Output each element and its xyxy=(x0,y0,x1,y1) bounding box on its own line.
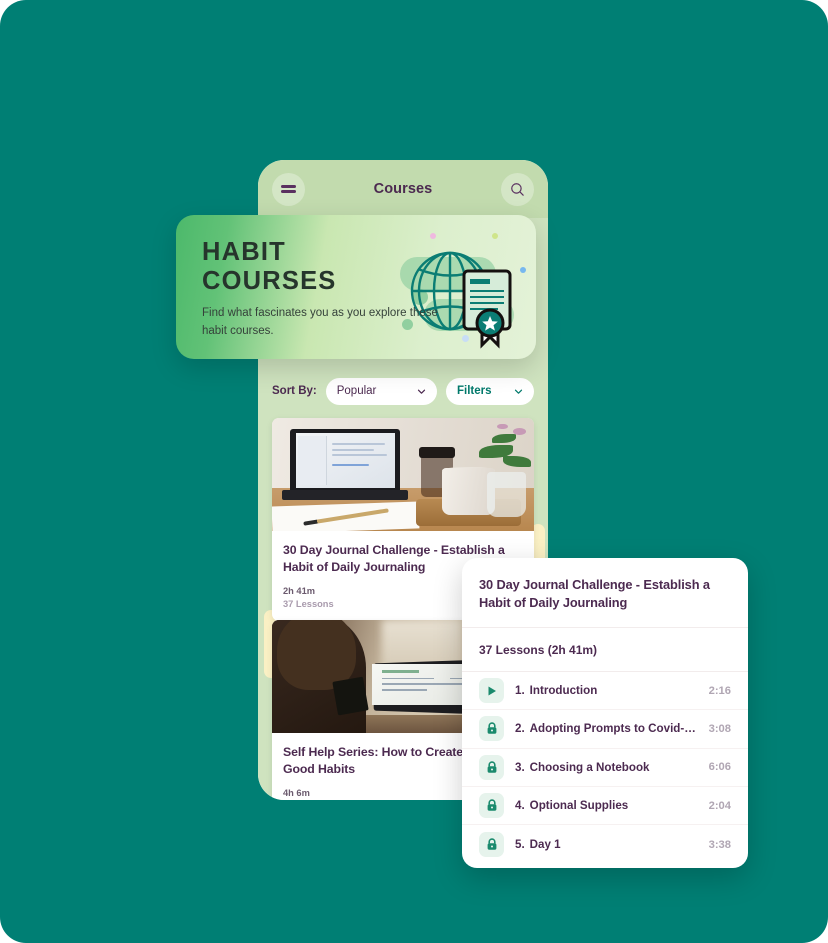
lesson-name: Choosing a Notebook xyxy=(529,760,650,774)
lesson-number: 2. xyxy=(515,722,525,736)
app-background: Courses Sort By: Popular Filters 30 Day … xyxy=(0,0,828,943)
banner-title-line-2: COURSES xyxy=(202,266,337,295)
banner-title: HABIT COURSES xyxy=(202,238,442,295)
filters-dropdown-value: Filters xyxy=(457,385,492,397)
search-icon xyxy=(511,182,524,196)
lesson-row[interactable]: 2. Adopting Prompts to Covid-19... 3:08 xyxy=(462,710,748,749)
lesson-number: 3. xyxy=(515,760,525,774)
lesson-duration: 3:08 xyxy=(708,722,731,735)
lock-icon xyxy=(479,832,504,858)
lesson-row[interactable]: 5. Day 1 3:38 xyxy=(462,825,748,863)
lesson-name: Optional Supplies xyxy=(529,799,629,813)
hamburger-icon xyxy=(281,183,296,194)
lesson-number: 1. xyxy=(515,684,525,698)
banner-text-block: HABIT COURSES Find what fascinates you a… xyxy=(202,238,442,340)
banner-subtitle: Find what fascinates you as you explore … xyxy=(202,307,438,337)
lesson-row[interactable]: 4. Optional Supplies 2:04 xyxy=(462,787,748,826)
lesson-duration: 2:16 xyxy=(708,684,731,697)
lesson-duration: 2:04 xyxy=(708,799,731,812)
filters-dropdown[interactable]: Filters xyxy=(446,377,534,405)
play-icon xyxy=(479,678,504,704)
lock-icon xyxy=(479,793,504,819)
lesson-name: Introduction xyxy=(529,684,598,698)
habit-courses-banner[interactable]: HABIT COURSES Find what fascinates you a… xyxy=(176,215,536,359)
chevron-down-icon xyxy=(514,389,523,394)
lesson-duration: 3:38 xyxy=(708,838,731,851)
lesson-row[interactable]: 1. Introduction 2:16 xyxy=(462,672,748,711)
chevron-down-icon xyxy=(417,389,426,394)
lesson-name: Day 1 xyxy=(529,838,561,852)
lesson-row[interactable]: 3. Choosing a Notebook 6:06 xyxy=(462,749,748,788)
lessons-course-title: 30 Day Journal Challenge - Establish a H… xyxy=(479,577,710,611)
lesson-number: 5. xyxy=(515,838,525,852)
phone-header: Courses xyxy=(258,160,548,218)
sort-by-label: Sort By: xyxy=(272,385,317,397)
sort-filter-bar: Sort By: Popular Filters xyxy=(258,368,548,414)
hamburger-menu-button[interactable] xyxy=(272,172,305,206)
sort-dropdown-value: Popular xyxy=(336,385,377,397)
lesson-duration: 6:06 xyxy=(708,761,731,774)
lessons-panel: 30 Day Journal Challenge - Establish a H… xyxy=(462,558,748,868)
lessons-summary: 37 Lessons (2h 41m) xyxy=(479,642,598,657)
lesson-number: 4. xyxy=(515,799,525,813)
lessons-summary-row: 37 Lessons (2h 41m) xyxy=(462,628,748,672)
lock-icon xyxy=(479,754,504,780)
lesson-name: Adopting Prompts to Covid-19... xyxy=(529,722,701,736)
course-thumbnail xyxy=(272,418,534,531)
sort-dropdown[interactable]: Popular xyxy=(325,377,437,405)
page-title: Courses xyxy=(373,181,433,197)
lessons-panel-header: 30 Day Journal Challenge - Establish a H… xyxy=(462,558,748,628)
lock-icon xyxy=(479,716,504,742)
banner-title-line-1: HABIT xyxy=(202,238,286,266)
search-button[interactable] xyxy=(501,172,534,206)
